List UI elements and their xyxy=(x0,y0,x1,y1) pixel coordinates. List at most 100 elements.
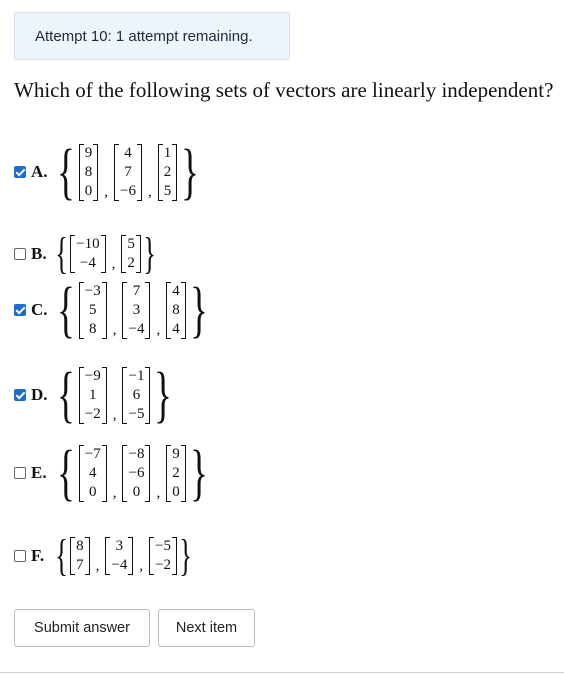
comma: , xyxy=(156,484,161,501)
option-b[interactable]: B.{−10 −4, 5 2} xyxy=(14,232,158,276)
vector: −7 4 0 xyxy=(78,444,107,502)
vector-entry: 4 xyxy=(172,282,180,299)
left-brace: { xyxy=(56,361,75,429)
vector-entry: 5 xyxy=(163,182,172,199)
vector: 1 2 5 xyxy=(157,143,178,201)
vector-entry: 0 xyxy=(89,483,97,500)
right-brace: } xyxy=(154,361,173,429)
comma: , xyxy=(112,406,117,423)
vector: −10 −4 xyxy=(70,235,107,273)
vector-entry: 9 xyxy=(172,445,180,462)
vector: −9 1 −2 xyxy=(78,366,107,424)
comma: , xyxy=(139,558,144,574)
option-checkbox[interactable] xyxy=(14,166,26,178)
submit-answer-button[interactable]: Submit answer xyxy=(14,609,150,647)
vector-entry: −9 xyxy=(84,367,101,384)
option-label: B. xyxy=(31,244,47,263)
vector-entry: 0 xyxy=(172,483,180,500)
vector: 4 8 4 xyxy=(166,281,186,339)
option-f[interactable]: F.{8 7, 3 −4, −5 −2} xyxy=(14,534,194,578)
question-text: Which of the following sets of vectors a… xyxy=(14,78,554,102)
option-label: A. xyxy=(31,162,48,181)
vector-entry: 6 xyxy=(132,386,141,403)
left-brace: { xyxy=(56,138,75,206)
option-label: C. xyxy=(31,300,48,319)
vector: 3 −4 xyxy=(105,537,134,575)
vector-entry: 0 xyxy=(132,483,141,500)
vector-set: { −3 5 8, 7 3 −4, 4 8 4} xyxy=(53,279,211,341)
vector: 87 xyxy=(70,537,90,575)
vector-entry: 3 xyxy=(132,301,141,318)
vector-entry: 4 xyxy=(124,144,132,161)
vector-entry: 5 xyxy=(89,301,97,318)
vector-entry: −10 xyxy=(76,236,100,252)
option-checkbox[interactable] xyxy=(14,389,26,401)
option-checkbox[interactable] xyxy=(14,248,26,260)
vector-entry: −4 xyxy=(128,320,145,337)
vector: −3 5 8 xyxy=(78,281,107,339)
right-brace: } xyxy=(181,138,200,206)
right-brace: } xyxy=(189,276,208,344)
vector-entry: 8 xyxy=(172,301,180,318)
comma: , xyxy=(147,183,152,200)
vector-entry: 3 xyxy=(115,538,124,554)
right-brace: } xyxy=(143,229,156,278)
divider xyxy=(0,672,564,673)
vector-entry: 7 xyxy=(132,282,141,299)
option-checkbox[interactable] xyxy=(14,304,26,316)
comma: , xyxy=(111,256,116,272)
vector-set: { −9 1 −2, −1 6 −5} xyxy=(53,364,176,426)
vector: 4 7 −6 xyxy=(114,143,142,201)
vector-entry: 2 xyxy=(172,464,180,481)
comma: , xyxy=(156,321,161,338)
option-e[interactable]: E. {−7 4 0, −8 −6 0, 9 2 0} xyxy=(14,442,211,504)
vector-entry: −5 xyxy=(128,405,145,422)
vector-entry: −4 xyxy=(79,255,96,271)
option-a[interactable]: A. {9 8 0, 4 7 −6, 1 2 5} xyxy=(14,141,203,203)
vector-entry: −7 xyxy=(84,445,101,462)
comma: , xyxy=(112,321,117,338)
vector-entry: 8 xyxy=(89,320,97,337)
vector-entry: −4 xyxy=(111,557,128,573)
vector-entry: −5 xyxy=(155,538,172,554)
vector-entry: 0 xyxy=(84,182,93,199)
option-label: D. xyxy=(31,385,48,404)
left-brace: { xyxy=(55,531,68,580)
vector-set: {9 8 0, 4 7 −6, 1 2 5} xyxy=(53,141,203,203)
comma: , xyxy=(112,484,117,501)
vector-entry: 4 xyxy=(89,464,97,481)
vector-entry: 8 xyxy=(84,163,93,180)
vector-set: {−10 −4, 5 2} xyxy=(53,232,158,276)
left-brace: { xyxy=(55,229,68,278)
vector-entry: 7 xyxy=(124,163,132,180)
page: Attempt 10: 1 attempt remaining. Which o… xyxy=(0,0,564,675)
vector: 7 3 −4 xyxy=(122,281,151,339)
option-checkbox[interactable] xyxy=(14,550,26,562)
vector-set: {8 7, 3 −4, −5 −2} xyxy=(53,534,194,578)
left-brace: { xyxy=(56,276,75,344)
vector: 9 2 0 xyxy=(166,444,186,502)
vector: 9 8 0 xyxy=(78,143,99,201)
vector-entry: −8 xyxy=(128,445,145,462)
option-c[interactable]: C. { −3 5 8, 7 3 −4, 4 8 4} xyxy=(14,279,211,341)
vector-entry: 5 xyxy=(127,236,135,252)
vector: −1 6 −5 xyxy=(122,366,151,424)
vector-entry: 8 xyxy=(76,538,84,554)
option-checkbox[interactable] xyxy=(14,467,26,479)
vector-entry: 1 xyxy=(89,386,97,403)
vector-entry: 2 xyxy=(127,255,135,271)
option-label: E. xyxy=(31,463,47,482)
vector-entry: −2 xyxy=(84,405,101,422)
vector-entry: −1 xyxy=(128,367,145,384)
next-item-button[interactable]: Next item xyxy=(158,609,255,647)
left-brace: { xyxy=(56,439,75,507)
comma: , xyxy=(104,183,109,200)
vector-entry: −6 xyxy=(128,464,145,481)
vector-entry: 9 xyxy=(84,144,93,161)
vector-entry: −3 xyxy=(84,282,101,299)
comma: , xyxy=(95,558,100,574)
vector-entry: 7 xyxy=(76,557,84,573)
option-d[interactable]: D. { −9 1 −2, −1 6 −5} xyxy=(14,364,176,426)
vector-set: {−7 4 0, −8 −6 0, 9 2 0} xyxy=(53,442,211,504)
vector: 52 xyxy=(121,235,141,273)
